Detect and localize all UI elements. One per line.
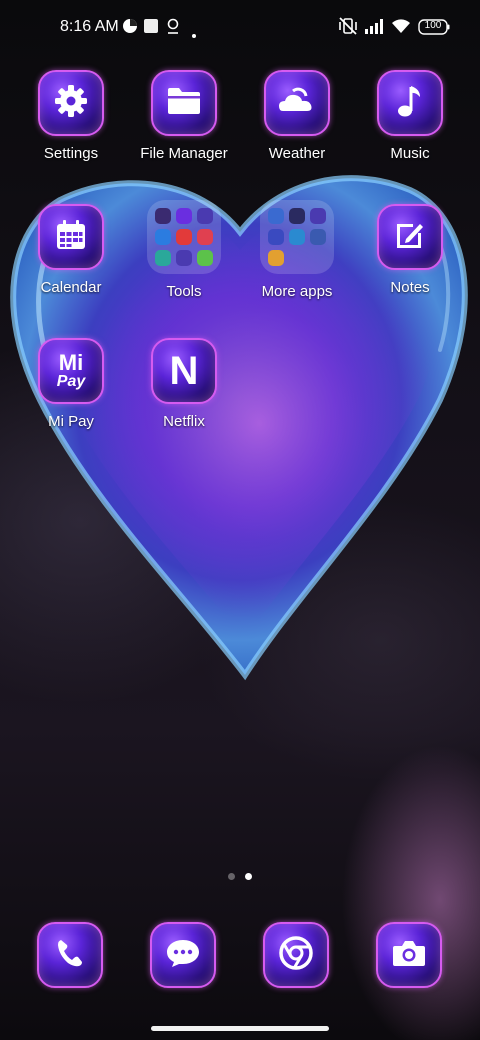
mi-pay-icon-text-bottom: Pay (56, 373, 86, 390)
app-mi-pay[interactable]: Mi Pay Mi Pay (16, 338, 126, 430)
dock-camera[interactable] (376, 922, 442, 988)
wifi-icon (391, 18, 411, 39)
app-label: Calendar (40, 279, 102, 296)
cellular-signal-icon (364, 18, 386, 39)
app-label: File Manager (140, 145, 228, 162)
dock-chrome[interactable] (263, 922, 329, 988)
mini-app-icon (155, 229, 171, 245)
app-label: Netflix (163, 413, 205, 430)
folder-icon (166, 86, 202, 121)
vibrate-off-icon (338, 17, 358, 40)
status-time: 8:16 AM (60, 18, 119, 35)
cloud-icon (277, 87, 317, 120)
app-label: Notes (390, 279, 430, 296)
battery-level: 100 (424, 20, 442, 31)
page-indicator (0, 873, 480, 880)
pencil-icon (393, 218, 427, 257)
app-weather[interactable]: Weather (242, 70, 352, 162)
battery-icon: 100 (418, 19, 450, 40)
gear-icon (52, 82, 90, 125)
mini-app-icon (268, 250, 284, 266)
camera-icon (391, 938, 427, 973)
folder-more-apps[interactable]: More apps (242, 200, 352, 300)
app-label: Tools (166, 283, 202, 300)
more-notifications-dot-icon (192, 25, 196, 43)
location-pin-icon (166, 18, 180, 39)
netflix-icon: N (169, 348, 199, 393)
mi-pay-icon: Mi Pay (57, 352, 85, 390)
mini-app-icon (197, 208, 213, 224)
app-music[interactable]: Music (355, 70, 465, 162)
phone-icon (54, 937, 86, 974)
chrome-icon (278, 935, 314, 976)
page-dot[interactable] (228, 873, 235, 880)
page-dot-active[interactable] (245, 873, 252, 880)
mini-app-icon (197, 229, 213, 245)
mini-app-icon (155, 208, 171, 224)
mini-app-icon (310, 229, 326, 245)
mini-app-icon (176, 229, 192, 245)
folder-grid-icon (260, 200, 334, 274)
mini-app-icon (289, 229, 305, 245)
mini-app-icon (310, 250, 326, 266)
app-settings[interactable]: Settings (16, 70, 126, 162)
app-label: Mi Pay (48, 413, 94, 430)
data-saver-icon (122, 18, 138, 39)
folder-grid-icon (147, 200, 221, 274)
mini-app-icon (310, 208, 326, 224)
mini-app-icon (268, 208, 284, 224)
mi-pay-icon-text-top: Mi (58, 350, 84, 375)
home-indicator-bar[interactable] (151, 1026, 329, 1031)
mini-app-icon (289, 250, 305, 266)
app-label: Settings (43, 145, 99, 162)
status-bar: 8:16 AM 100 (0, 0, 480, 56)
app-label: More apps (261, 283, 333, 300)
notification-square-icon (143, 18, 159, 39)
calendar-icon (54, 218, 88, 257)
mini-app-icon (268, 229, 284, 245)
music-note-icon (396, 83, 424, 124)
dock-messages[interactable] (150, 922, 216, 988)
folder-tools[interactable]: Tools (129, 200, 239, 300)
mini-app-icon (176, 250, 192, 266)
app-netflix[interactable]: N Netflix (129, 338, 239, 430)
app-label: Music (390, 145, 430, 162)
mini-app-icon (155, 250, 171, 266)
app-label: Weather (268, 145, 326, 162)
app-file-manager[interactable]: File Manager (129, 70, 239, 162)
mini-app-icon (176, 208, 192, 224)
chat-icon (165, 937, 201, 974)
mini-app-icon (289, 208, 305, 224)
app-notes[interactable]: Notes (355, 204, 465, 296)
app-calendar[interactable]: Calendar (16, 204, 126, 296)
mini-app-icon (197, 250, 213, 266)
dock-phone[interactable] (37, 922, 103, 988)
